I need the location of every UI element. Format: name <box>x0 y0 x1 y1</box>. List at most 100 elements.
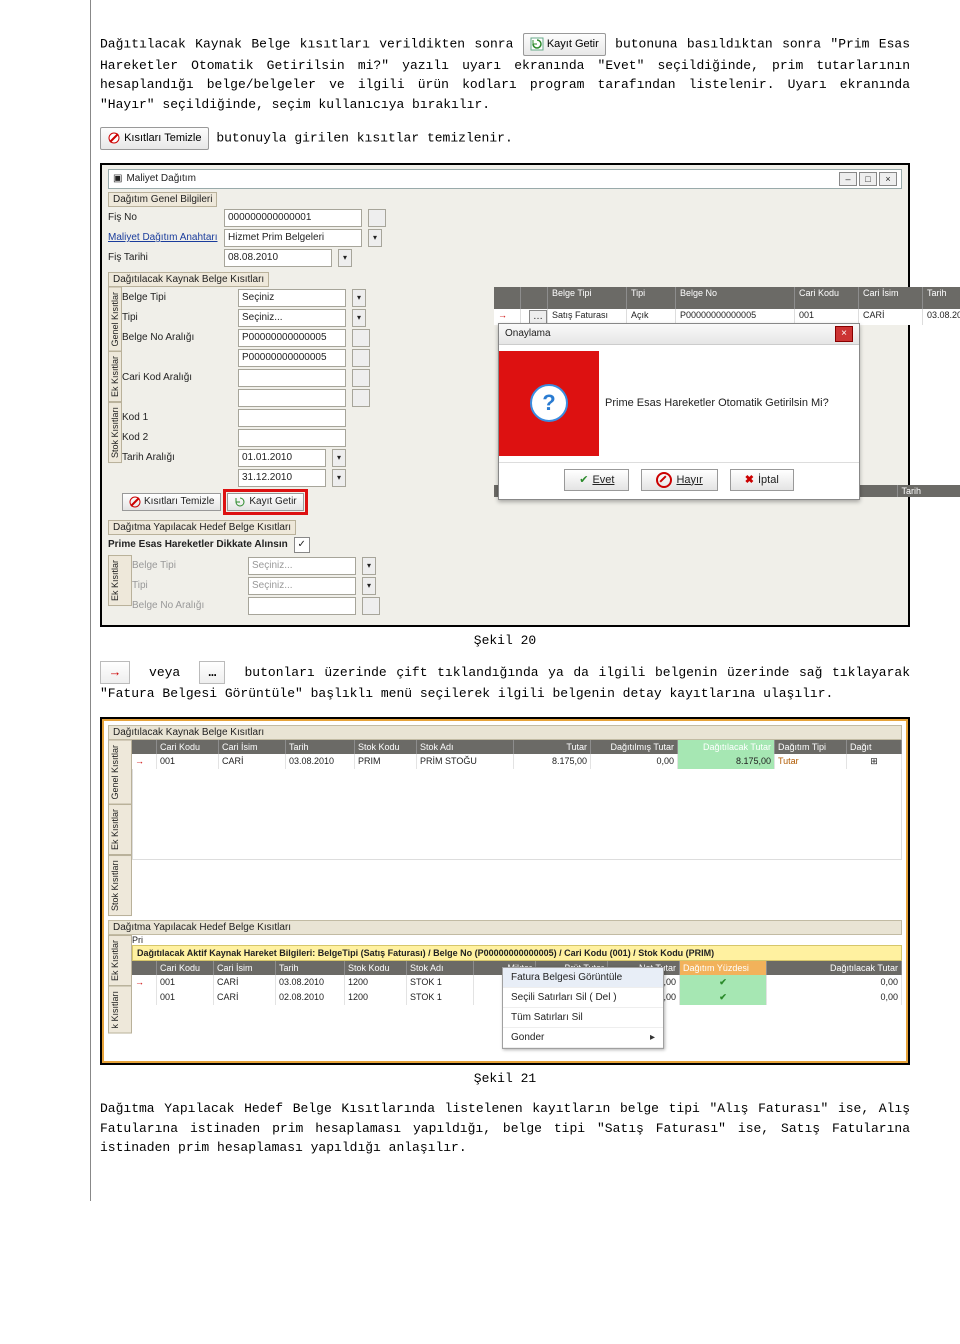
evet-label: Evet <box>592 474 614 486</box>
prime-esas-label: Prime Esas Hareketler Dikkate Alınsın <box>108 539 288 550</box>
menu-gonder[interactable]: Gonder▸ <box>503 1028 663 1048</box>
menu-fatura-goruntule[interactable]: Fatura Belgesi Görüntüle <box>503 968 663 988</box>
clear-icon <box>107 131 121 145</box>
confirm-close-button[interactable]: × <box>835 326 853 342</box>
arrow-button-inline: → <box>100 661 130 685</box>
kayit-getir-button-inline: Kayıt Getir <box>523 33 606 56</box>
lookup3-icon[interactable] <box>352 369 370 387</box>
no-icon <box>656 472 672 488</box>
active-record-band: Dağıtılacak Aktif Kaynak Hareket Bilgile… <box>132 945 902 961</box>
red-arrow-icon: → <box>111 665 119 680</box>
iptal-button[interactable]: ✖İptal <box>730 469 794 491</box>
dropdown-icon[interactable]: ▾ <box>368 229 382 247</box>
figure-20-caption: Şekil 20 <box>100 633 910 648</box>
min-button[interactable]: – <box>839 172 857 186</box>
bt2-field: Seçiniz... <box>248 557 356 575</box>
cari-kod-from[interactable] <box>238 369 346 387</box>
context-menu: Fatura Belgesi Görüntüle Seçili Satırlar… <box>502 967 664 1049</box>
lookup1-icon[interactable] <box>352 329 370 347</box>
p1a: Dağıtılacak Kaynak Belge kısıtları veril… <box>100 37 513 52</box>
date-icon[interactable]: ▾ <box>338 249 352 267</box>
mda-field[interactable]: Hizmet Prim Belgeleri <box>224 229 362 247</box>
st3a[interactable]: Ek Kısıtlar <box>108 935 132 986</box>
st2b[interactable]: Ek Kısıtlar <box>108 804 132 855</box>
group-source: Dağıtılacak Kaynak Belge Kısıtları <box>108 272 269 287</box>
fis-no-field[interactable]: 000000000000001 <box>224 209 362 227</box>
close-button[interactable]: × <box>879 172 897 186</box>
check-icon: ✔ <box>719 992 727 1002</box>
left-margin-line <box>90 0 91 1201</box>
check-icon: ✔ <box>579 473 588 486</box>
belge-no-to[interactable]: P00000000000005 <box>238 349 346 367</box>
confirm-message: Prime Esas Hareketler Otomatik Getirilsi… <box>605 397 851 409</box>
dots-button-inline: … <box>199 661 225 685</box>
p2-text: butonuyla girilen kısıtlar temizlenir. <box>216 131 512 146</box>
st3b[interactable]: k Kısıtları <box>108 986 132 1034</box>
cari-kod-to[interactable] <box>238 389 346 407</box>
belge-tipi-select[interactable]: Seçiniz <box>238 289 346 307</box>
kt-label: Kısıtları Temizle <box>144 496 214 507</box>
tipi-select[interactable]: Seçiniz... <box>238 309 346 327</box>
kisitlari-temizle-button[interactable]: Kısıtları Temizle <box>122 493 221 511</box>
lookup4-icon[interactable] <box>352 389 370 407</box>
paragraph-4: Dağıtma Yapılacak Hedef Belge Kısıtların… <box>100 1099 910 1158</box>
belge-no-from[interactable]: P00000000000005 <box>238 329 346 347</box>
tarih-from[interactable]: 01.01.2010 <box>238 449 326 467</box>
lookup2-icon[interactable] <box>352 349 370 367</box>
grid-header: Belge Tipi Tipi Belge No Cari Kodu Cari … <box>494 287 960 309</box>
dd-icon[interactable]: ▾ <box>352 289 366 307</box>
kayit-getir-button[interactable]: Kayıt Getir <box>227 493 303 511</box>
kod1-field[interactable] <box>238 409 346 427</box>
dd3-icon: ▾ <box>362 557 376 575</box>
bn2-label: Belge No Aralığı <box>132 600 242 611</box>
table-row[interactable]: → 001 CARİ 03.08.2010 PRIM PRİM STOĞU 8.… <box>132 754 902 769</box>
tab-genel[interactable]: Genel Kısıtlar <box>108 287 122 352</box>
menu-tum-sil[interactable]: Tüm Satırları Sil <box>503 1008 663 1028</box>
dd4-icon: ▾ <box>362 577 376 595</box>
hayir-button[interactable]: Hayır <box>641 469 717 491</box>
paragraph-3: → veya … butonları üzerinde çift tıkland… <box>100 661 910 704</box>
lookup-icon[interactable] <box>368 209 386 227</box>
bn2-field <box>248 597 356 615</box>
fis-no-label: Fiş No <box>108 212 218 223</box>
kayit-getir-label: Kayıt Getir <box>547 38 599 50</box>
menu-secili-sil[interactable]: Seçili Satırları Sil ( Del ) <box>503 988 663 1008</box>
iptal-label: İptal <box>758 474 779 486</box>
tab-source: Dağıtılacak Kaynak Belge Kısıtları <box>108 725 902 740</box>
row-arrow-icon[interactable]: → <box>132 975 157 990</box>
st2a[interactable]: Genel Kısıtlar <box>108 740 132 805</box>
tab-target: Dağıtma Yapılacak Hedef Belge Kısıtları <box>108 920 902 935</box>
tab-ek[interactable]: Ek Kısıtlar <box>108 351 122 402</box>
kod2-field[interactable] <box>238 429 346 447</box>
screenshot-20: ▣ Maliyet Dağıtım – □ × Dağıtım Genel Bi… <box>100 163 910 627</box>
belge-tipi-label: Belge Tipi <box>122 292 232 303</box>
bt2-label: Belge Tipi <box>132 560 242 571</box>
dd-icon2[interactable]: ▾ <box>352 309 366 327</box>
kod1-label: Kod 1 <box>122 412 232 423</box>
evet-button[interactable]: ✔ Evet <box>564 469 629 491</box>
tab-ek2[interactable]: Ek Kısıtlar <box>108 555 132 606</box>
window-titlebar: ▣ Maliyet Dağıtım – □ × <box>108 169 902 189</box>
prime-esas-checkbox[interactable]: ✓ <box>294 537 310 553</box>
tarih-to[interactable]: 31.12.2010 <box>238 469 326 487</box>
fis-tarihi-field[interactable]: 08.08.2010 <box>224 249 332 267</box>
mda-link[interactable]: Maliyet Dağıtım Anahtarı <box>108 232 218 243</box>
expand-icon[interactable]: ⊞ <box>847 754 902 769</box>
group-general: Dağıtım Genel Bilgileri <box>108 192 217 207</box>
cal2-icon[interactable]: ▾ <box>332 469 346 487</box>
st2c[interactable]: Stok Kısıtları <box>108 855 132 916</box>
kg-label: Kayıt Getir <box>249 496 296 507</box>
row-menu-button[interactable]: … <box>529 310 547 324</box>
fis-tarihi-label: Fiş Tarihi <box>108 252 218 263</box>
cal1-icon[interactable]: ▾ <box>332 449 346 467</box>
max-button[interactable]: □ <box>859 172 877 186</box>
check-icon: ✔ <box>719 977 727 987</box>
window-title: Maliyet Dağıtım <box>126 173 195 184</box>
cari-kod-label: Cari Kod Aralığı <box>122 372 232 383</box>
tipi-label: Tipi <box>122 312 232 323</box>
row-arrow-icon[interactable]: → <box>132 754 157 769</box>
screenshot-21: Dağıtılacak Kaynak Belge Kısıtları Genel… <box>100 717 910 1066</box>
tab-stok[interactable]: Stok Kısıtları <box>108 402 122 463</box>
hayir-label: Hayır <box>676 474 702 486</box>
paragraph-1: Dağıtılacak Kaynak Belge kısıtları veril… <box>100 33 910 114</box>
